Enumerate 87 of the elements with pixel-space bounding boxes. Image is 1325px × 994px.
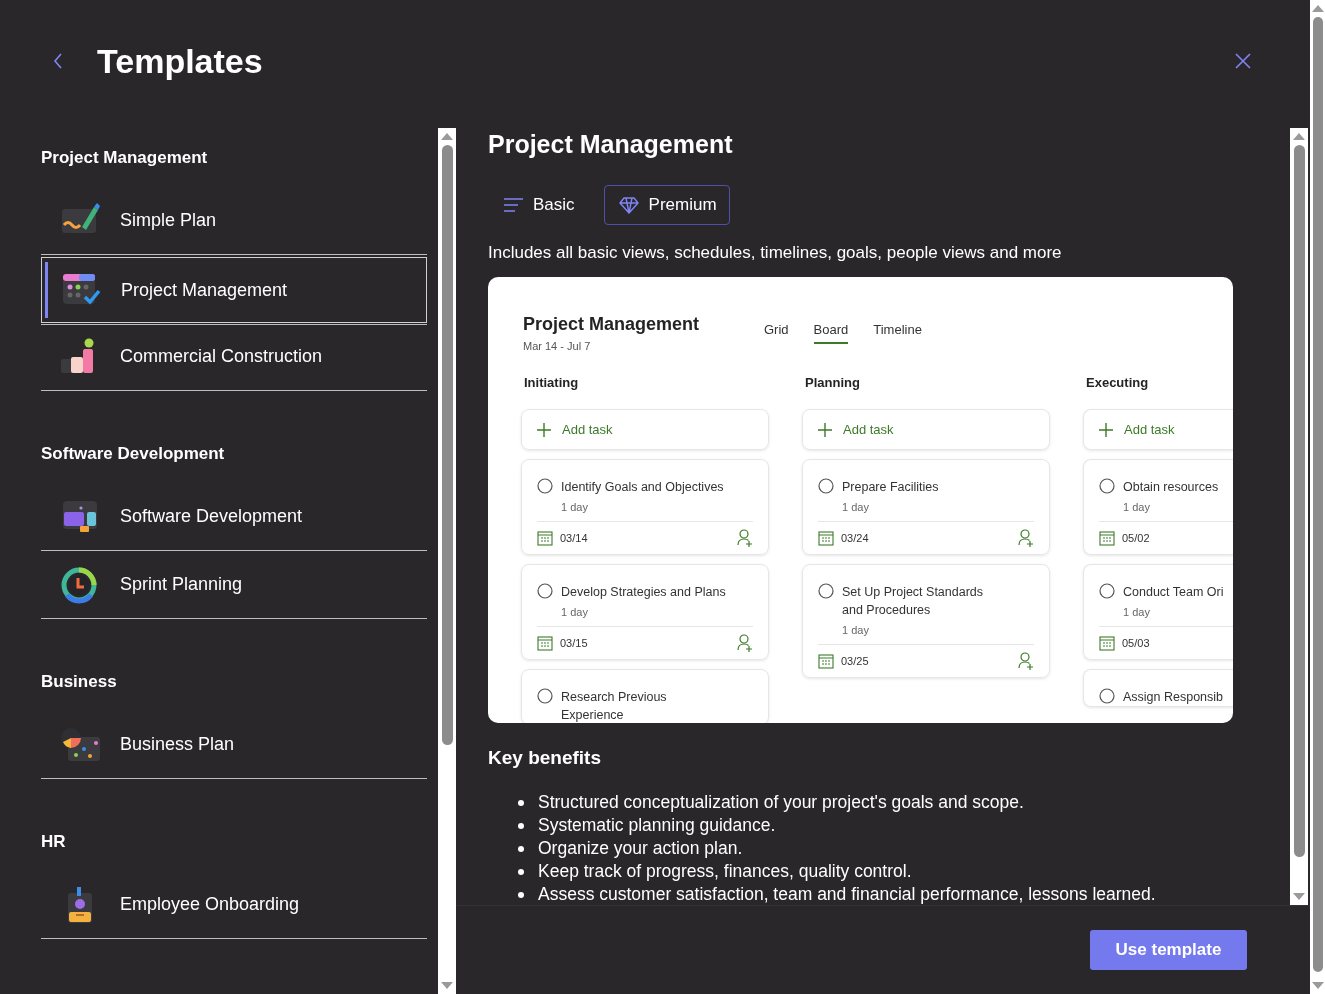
assign-person-icon[interactable] — [737, 634, 753, 652]
calendar-icon — [1099, 635, 1115, 651]
task-duration: 1 day — [842, 624, 870, 636]
task-date: 05/02 — [1122, 532, 1151, 544]
task-title: Research Previous Experience — [561, 689, 668, 723]
benefit-text: Systematic planning guidance. — [538, 815, 776, 836]
benefit-text: Assess customer satisfaction, team and financial performance, lessons learned. — [538, 884, 1156, 905]
task-title: Obtain resources — [1123, 479, 1219, 496]
view-tab[interactable]: Timeline — [873, 320, 922, 342]
plan-tab[interactable]: Basic — [488, 185, 588, 225]
task-duration: 1 day — [561, 501, 589, 513]
checkbox-circle-icon — [537, 583, 553, 599]
description: Includes all basic views, schedules, timelines, goals, people views and more — [488, 243, 1063, 264]
checkbox-circle-icon — [818, 478, 834, 494]
bullet-icon — [518, 822, 524, 829]
benefit-text: Organize your action plan. — [538, 838, 743, 859]
section-heading: Business — [41, 671, 118, 693]
plus-icon — [818, 422, 832, 437]
column-heading: Planning — [804, 375, 861, 392]
checkbox-circle-icon — [1099, 688, 1115, 704]
section-heading: Software Development — [41, 443, 226, 465]
bullet-icon — [518, 799, 524, 806]
benefit-text: Structured conceptualization of your project's goals and scope. — [538, 792, 1024, 813]
assign-person-icon[interactable] — [1018, 529, 1034, 547]
task-date: 03/24 — [841, 532, 870, 544]
task-duration: 1 day — [561, 606, 589, 618]
view-tab[interactable]: Board — [813, 320, 849, 344]
template-item[interactable]: Commercial Construction — [41, 323, 427, 391]
template-item[interactable]: Simple Plan — [41, 187, 427, 255]
scrollbar[interactable] — [438, 128, 456, 994]
back-icon[interactable] — [52, 52, 64, 70]
task-date: 03/15 — [560, 637, 589, 649]
plus-icon — [1099, 422, 1113, 437]
list-icon — [503, 196, 523, 214]
template-item[interactable]: Project Management — [41, 257, 427, 323]
calendar-icon — [537, 530, 553, 546]
scrollbar[interactable] — [1310, 0, 1325, 994]
task-title: Prepare Facilities — [842, 479, 939, 496]
bullet-icon — [518, 845, 524, 852]
use-template-button[interactable]: Use template — [1090, 930, 1247, 970]
calendar-icon — [818, 530, 834, 546]
task-date: 05/03 — [1122, 637, 1151, 649]
template-item[interactable]: Software Development — [41, 483, 427, 551]
template-item[interactable]: Business Plan — [41, 711, 427, 779]
section-heading: HR — [41, 831, 67, 853]
task-title: Identify Goals and Objectives — [561, 479, 724, 496]
task-title: Develop Strategies and Plans — [561, 584, 726, 601]
add-task-button[interactable]: Add task — [1083, 409, 1233, 450]
checkbox-circle-icon — [818, 583, 834, 599]
task-date: 03/14 — [560, 532, 589, 544]
calendar-icon — [537, 635, 553, 651]
assign-person-icon[interactable] — [737, 529, 753, 547]
checkbox-circle-icon — [537, 688, 553, 704]
task-date: 03/25 — [841, 655, 870, 667]
bullet-icon — [518, 891, 524, 898]
template-item[interactable]: Employee Onboarding — [41, 871, 427, 939]
task-title: Set Up Project Standards and Procedures — [842, 584, 985, 619]
template-title: Project Management — [488, 130, 734, 160]
checkbox-circle-icon — [1099, 478, 1115, 494]
calendar-icon — [1099, 530, 1115, 546]
column-heading: Initiating — [523, 375, 580, 392]
plus-icon — [537, 422, 551, 437]
diamond-icon — [618, 196, 639, 214]
task-title: Conduct Team Ori — [1123, 584, 1224, 601]
dialog-title: Templates — [97, 41, 264, 81]
task-duration: 1 day — [842, 501, 870, 513]
task-duration: 1 day — [1123, 501, 1151, 513]
benefit-text: Keep track of progress, finances, quality control. — [538, 861, 912, 882]
section-heading: Key benefits — [488, 747, 602, 769]
checkbox-circle-icon — [537, 478, 553, 494]
bullet-icon — [518, 868, 524, 875]
checkbox-circle-icon — [1099, 583, 1115, 599]
task-duration: 1 day — [1123, 606, 1151, 618]
calendar-icon — [818, 653, 834, 669]
close-icon[interactable] — [1234, 52, 1252, 70]
add-task-button[interactable]: Add task — [521, 409, 769, 450]
assign-person-icon[interactable] — [1018, 652, 1034, 670]
task-title: Assign Responsib — [1123, 689, 1224, 706]
template-item[interactable]: Sprint Planning — [41, 551, 427, 619]
date-range: Mar 14 - Jul 7 — [523, 340, 592, 352]
column-heading: Executing — [1085, 375, 1150, 392]
plan-title: Project Management — [523, 314, 701, 335]
scrollbar[interactable] — [1290, 128, 1308, 905]
section-heading: Project Management — [41, 147, 209, 169]
view-tab[interactable]: Grid — [764, 320, 789, 342]
plan-tab[interactable]: Premium — [603, 185, 730, 225]
add-task-button[interactable]: Add task — [802, 409, 1050, 450]
